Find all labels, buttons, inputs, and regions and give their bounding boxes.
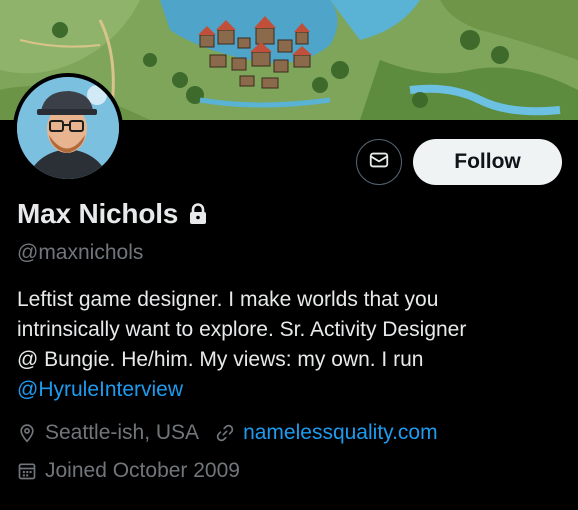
user-handle: @maxnichols [17,241,144,264]
display-name: Max Nichols [17,198,179,229]
location-text: Seattle-ish, USA [45,421,200,444]
avatar-image [17,77,119,179]
profile-avatar[interactable] [13,73,123,183]
link-icon [215,423,235,443]
bio-line: @ Bungie. He/him. My views: my own. I ru… [17,348,424,371]
lock-icon[interactable] [188,203,208,225]
name-row: Max Nichols [17,198,208,230]
profile-bio: Leftist game designer. I make worlds tha… [17,285,567,405]
calendar-icon [17,461,37,481]
bio-mention-link[interactable]: @HyruleInterview [17,375,567,405]
follow-button[interactable]: Follow [413,139,562,185]
joined-date: Joined October 2009 [45,459,240,482]
bio-line: Leftist game designer. I make worlds tha… [17,288,439,311]
profile-joined-row: Joined October 2009 [17,459,240,483]
envelope-icon [368,149,390,176]
website-link[interactable]: namelessquality.com [243,421,438,445]
bio-line: intrinsically want to explore. Sr. Activ… [17,318,467,341]
profile-meta-row: Seattle-ish, USA namelessquality.com [17,421,438,445]
location-pin-icon [17,423,37,443]
message-button[interactable] [356,139,402,185]
